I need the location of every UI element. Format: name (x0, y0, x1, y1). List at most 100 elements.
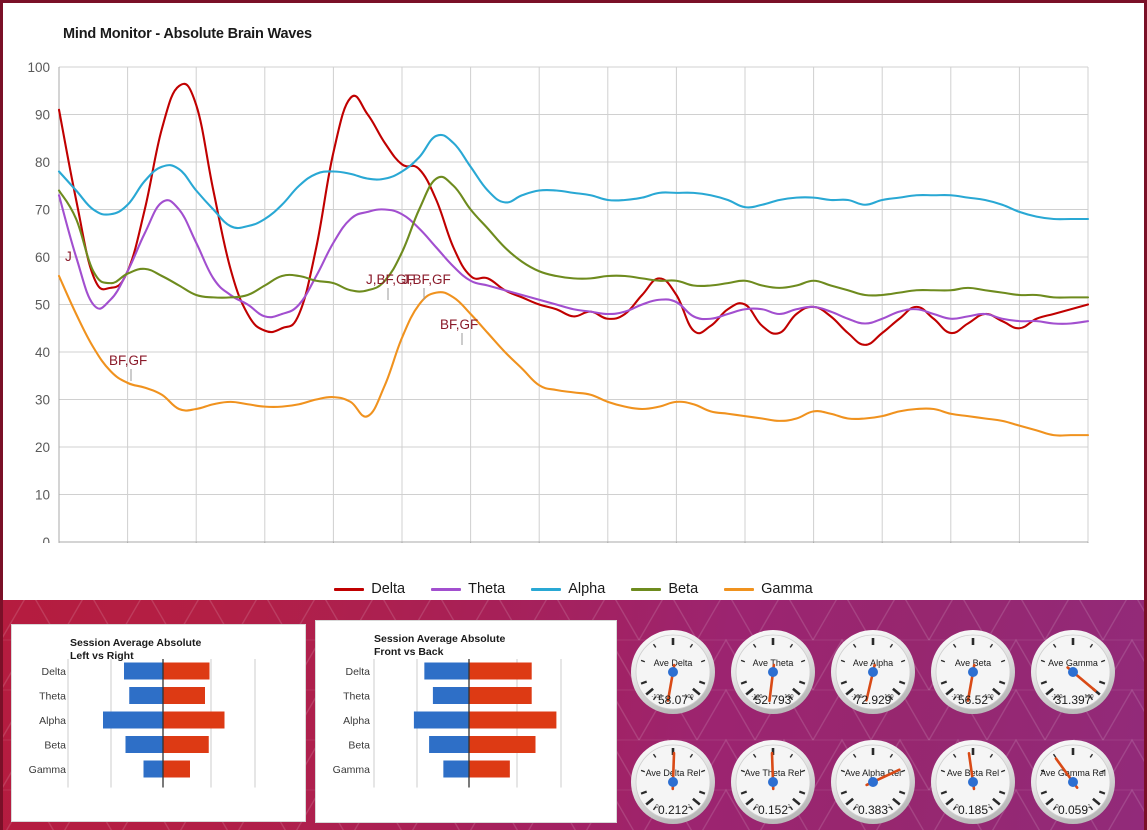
chart-legend: Delta Theta Alpha Beta Gamma (3, 577, 1144, 601)
gauge-hub (868, 777, 878, 787)
gauge-dial-svg: -100 100Ave Alpha72.929 (831, 630, 915, 714)
bar-right (469, 760, 510, 778)
legend-item-alpha[interactable]: Alpha (531, 581, 605, 597)
y-axis-tick-label: 20 (35, 440, 50, 455)
bar-category-label: Beta (44, 740, 66, 752)
chart-annotation: BF,GF (440, 317, 478, 332)
bar-category-label: Beta (348, 740, 370, 752)
gauge-value: 0.383 (858, 803, 888, 817)
gauge-dial-svg: 0 1Ave Beta Rel0.185 (931, 740, 1015, 824)
gauge-value: 0.185 (958, 803, 988, 817)
bar-category-label: Gamma (29, 764, 67, 776)
y-axis-tick-label: 0 (42, 535, 50, 543)
y-axis-tick-label: 60 (35, 250, 50, 265)
legend-item-delta[interactable]: Delta (334, 581, 405, 597)
front-vs-back-panel: Session Average Absolute Front vs Back D… (315, 620, 617, 823)
gauge-dial-svg: 0 1Ave Gamma Rel0.059 (1031, 740, 1115, 824)
y-axis-tick-label: 30 (35, 393, 50, 408)
gauge-hub (968, 777, 978, 787)
bar-left (413, 711, 469, 729)
bar-left (424, 662, 469, 680)
gauge-ave-delta[interactable]: -100 100 Ave Delta 58.07 (627, 626, 719, 718)
app-window: Mind Monitor - Absolute Brain Waves 0 10 2… (0, 0, 1147, 830)
gauge-dial-svg: -100 100Ave Beta56.52 (931, 630, 1015, 714)
brain-waves-chart-panel: Mind Monitor - Absolute Brain Waves 0 10 2… (3, 3, 1144, 600)
legend-swatch-icon (431, 587, 462, 591)
bar-right (469, 736, 536, 753)
legend-label: Alpha (568, 581, 606, 597)
series-line-delta (57, 82, 1090, 346)
page-title: Mind Monitor - Absolute Brain Waves (63, 26, 312, 42)
bar-category-label: Delta (345, 666, 370, 678)
gauge-hub (668, 777, 678, 787)
gauge-value: 0.059 (1058, 803, 1088, 817)
legend-swatch-icon (531, 587, 562, 591)
dashboard-bottom-band: Session Average Absolute Left vs Right D… (3, 600, 1144, 830)
line-chart-svg: 01020304050607080901007:28 AM7:30 AM7:32… (27, 60, 1090, 543)
gauge-ave-beta-rel[interactable]: 0 1 Ave Beta Rel 0.185 (927, 736, 1019, 828)
bar-category-label: Delta (41, 666, 66, 678)
legend-swatch-icon (724, 587, 755, 591)
bar-right (163, 662, 210, 680)
gauge-hub (668, 667, 678, 677)
gauge-dial-svg: -100 100Ave Theta52.793 (731, 630, 815, 714)
chart-annotation: J (65, 249, 72, 264)
bar-left (124, 662, 163, 680)
bar-left (129, 687, 163, 704)
gauge-ave-beta[interactable]: -100 100 Ave Beta 56.52 (927, 626, 1019, 718)
gauge-hub (1068, 667, 1078, 677)
bar-category-label: Gamma (333, 764, 371, 776)
gauge-hub (1068, 777, 1078, 787)
bar-category-label: Theta (39, 691, 66, 703)
y-axis-tick-label: 50 (35, 298, 50, 313)
chart-annotation: J,BF,GF (402, 272, 451, 287)
gauge-dial-svg: 01Ave Delta Rel0.212 (631, 740, 715, 824)
gauge-ave-theta-rel[interactable]: 01Ave Theta Rel0.152 (727, 736, 819, 828)
legend-swatch-icon (631, 587, 662, 591)
gauge-dial-svg: -100 100Ave Delta58.07 (631, 630, 715, 714)
gauge-ave-delta-rel[interactable]: 01Ave Delta Rel0.212 (627, 736, 719, 828)
bar-left (103, 711, 163, 729)
bar-left (125, 736, 163, 753)
gauge-ave-gamma-rel[interactable]: 0 1 Ave Gamma Rel 0.059 (1027, 736, 1119, 828)
legend-item-gamma[interactable]: Gamma (724, 581, 813, 597)
legend-label: Gamma (761, 581, 813, 597)
gauge-value: 31.397 (1055, 693, 1092, 707)
y-axis-tick-label: 10 (35, 488, 50, 503)
legend-item-theta[interactable]: Theta (431, 581, 505, 597)
gauge-value: 72.929 (855, 693, 892, 707)
y-axis-tick-label: 100 (27, 60, 50, 75)
y-axis-tick-label: 90 (35, 108, 50, 123)
series-line-alpha (57, 133, 1090, 230)
legend-item-beta[interactable]: Beta (631, 581, 698, 597)
legend-label: Beta (668, 581, 699, 597)
chart-plot-area: 01020304050607080901007:28 AM7:30 AM7:32… (3, 58, 1144, 543)
gauge-ave-alpha[interactable]: -100 100 Ave Alpha 72.929 (827, 626, 919, 718)
y-axis-tick-label: 80 (35, 155, 50, 170)
gauge-dial-svg: 0 1Ave Alpha Rel0.383 (831, 740, 915, 824)
gauge-value: 56.52 (958, 693, 988, 707)
gauge-hub (868, 667, 878, 677)
gauge-hub (968, 667, 978, 677)
front-vs-back-bar-chart: Delta Theta Alpha Beta Gamma (333, 659, 562, 788)
gauge-ave-alpha-rel[interactable]: 0 1 Ave Alpha Rel 0.383 (827, 736, 919, 828)
gauge-dial-svg: 01Ave Theta Rel0.152 (731, 740, 815, 824)
gauge-value: 58.07 (658, 693, 688, 707)
bar-right (163, 687, 205, 704)
bar-right (469, 711, 557, 729)
gauge-hub (768, 777, 778, 787)
bar-right (469, 687, 532, 704)
y-axis-tick-label: 40 (35, 345, 50, 360)
bar-left (143, 760, 163, 778)
bar-left (429, 736, 469, 753)
gauge-ave-gamma[interactable]: -100 100 Ave Gamma 31.397 (1027, 626, 1119, 718)
legend-swatch-icon (334, 587, 365, 591)
gauge-dial-svg: -100 100Ave Gamma31.397 (1031, 630, 1115, 714)
gauge-cluster: -100 100 Ave Delta 58.07 -100 100 Ave Theta 52.… (621, 600, 1144, 830)
gauge-label: Ave Gamma Rel (1040, 768, 1106, 778)
bar-category-label: Alpha (343, 715, 370, 727)
gauge-value: 0.152 (758, 803, 788, 817)
bar-left (443, 760, 469, 778)
gauge-ave-theta[interactable]: -100 100 Ave Theta 52.793 (727, 626, 819, 718)
chart-annotation: BF,GF (109, 353, 147, 368)
